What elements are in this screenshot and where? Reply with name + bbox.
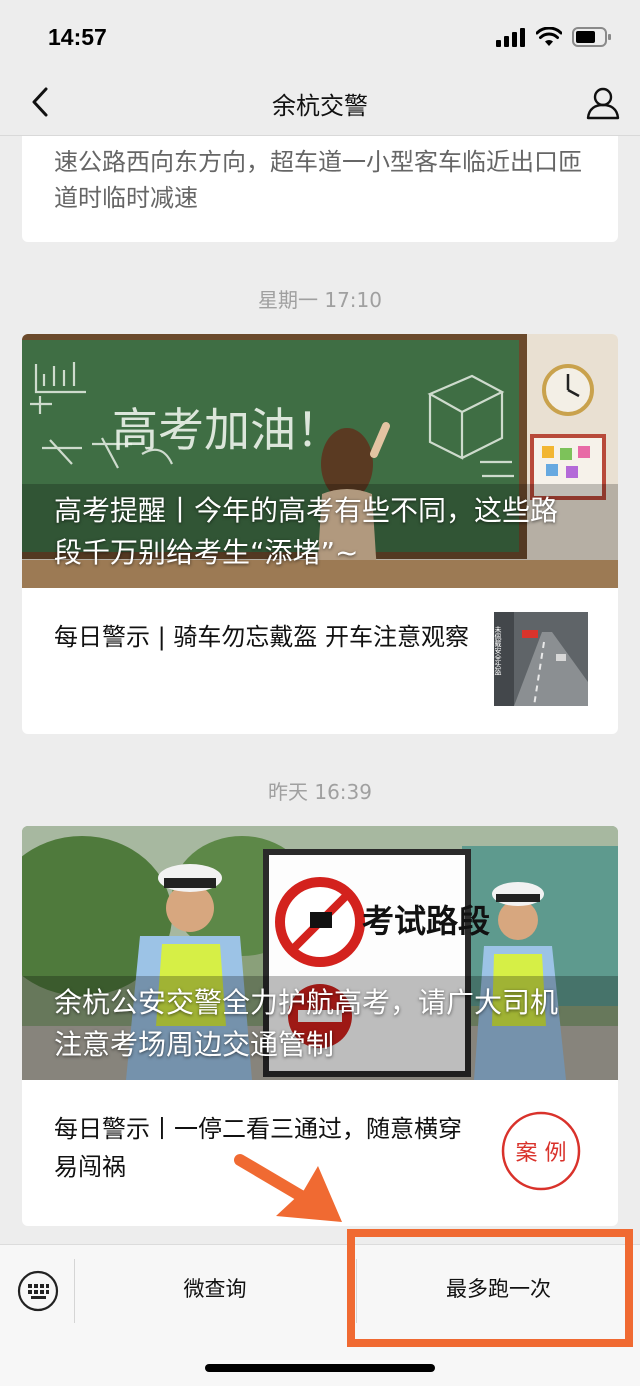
case-badge-thumbnail: 案 例 bbox=[494, 1104, 588, 1198]
case-badge-text: 案 例 bbox=[516, 1141, 567, 1166]
user-profile-icon[interactable] bbox=[586, 86, 620, 120]
sub-article-item[interactable]: 每日警示丨一停二看三通过，随意横穿易闯祸 案 例 bbox=[22, 1080, 618, 1226]
article-cover[interactable]: 高考加油！ 高考提醒丨今年的高考有些不同，这些路段千万别给考生“添堵”~ bbox=[22, 334, 618, 588]
chalkboard-text: 高考加油！ bbox=[112, 403, 342, 457]
article-cover-title: 高考提醒丨今年的高考有些不同，这些路段千万别给考生“添堵”~ bbox=[54, 494, 559, 569]
previous-article-card[interactable]: 速公路西向东方向，超车道一小型客车临近出口匝道时临时减速 bbox=[22, 136, 618, 242]
menu-item-wei-query[interactable]: 微查询 bbox=[75, 1273, 355, 1303]
battery-icon bbox=[572, 27, 611, 47]
article-cover[interactable]: 考试路段 余杭公安交警全力护航高考，请广大司机注意考场周边交通管制 bbox=[22, 826, 618, 1080]
menu-item-zui-duo-pao-yi-ci[interactable]: 最多跑一次 bbox=[357, 1273, 640, 1303]
sub-article-thumbnail: 未佩戴安全头盔 bbox=[494, 612, 588, 706]
thumbnail-caption: 未佩戴安全头盔 bbox=[494, 625, 502, 675]
previous-article-text: 速公路西向东方向，超车道一小型客车临近出口匝道时临时减速 bbox=[54, 148, 582, 212]
sub-article-title: 每日警示 | 骑车勿忘戴盔 开车注意观察 bbox=[54, 623, 469, 651]
status-time: 14:57 bbox=[48, 24, 107, 50]
home-indicator bbox=[205, 1364, 435, 1372]
sub-article-title: 每日警示丨一停二看三通过，随意横穿易闯祸 bbox=[54, 1115, 462, 1181]
nav-bar: 余杭交警 bbox=[0, 80, 640, 136]
status-bar: 14:57 bbox=[0, 0, 640, 80]
page-title: 余杭交警 bbox=[272, 92, 368, 120]
sign-text: 考试路段 bbox=[362, 902, 490, 940]
article-card: 考试路段 余杭公安交警全力护航高考，请广大司机注意考场周边交通管制 每日警示丨一… bbox=[22, 826, 618, 1226]
sub-article-item[interactable]: 每日警示 | 骑车勿忘戴盔 开车注意观察 未佩戴安全头盔 bbox=[22, 588, 618, 734]
message-timestamp: 星期一 17:10 bbox=[258, 288, 382, 312]
status-icons bbox=[496, 27, 612, 47]
article-card: 高考加油！ 高考提醒丨今年的高考有些不同，这些路段千万别给考生“添堵”~ 每日警… bbox=[22, 334, 618, 734]
signal-icon bbox=[496, 28, 525, 47]
message-feed[interactable]: 速公路西向东方向，超车道一小型客车临近出口匝道时临时减速 星期一 17:10 高… bbox=[0, 136, 640, 1244]
wifi-icon bbox=[536, 27, 562, 46]
message-timestamp: 昨天 16:39 bbox=[268, 780, 372, 804]
article-cover-title: 余杭公安交警全力护航高考，请广大司机注意考场周边交通管制 bbox=[54, 986, 559, 1061]
keyboard-icon[interactable] bbox=[16, 1269, 60, 1313]
